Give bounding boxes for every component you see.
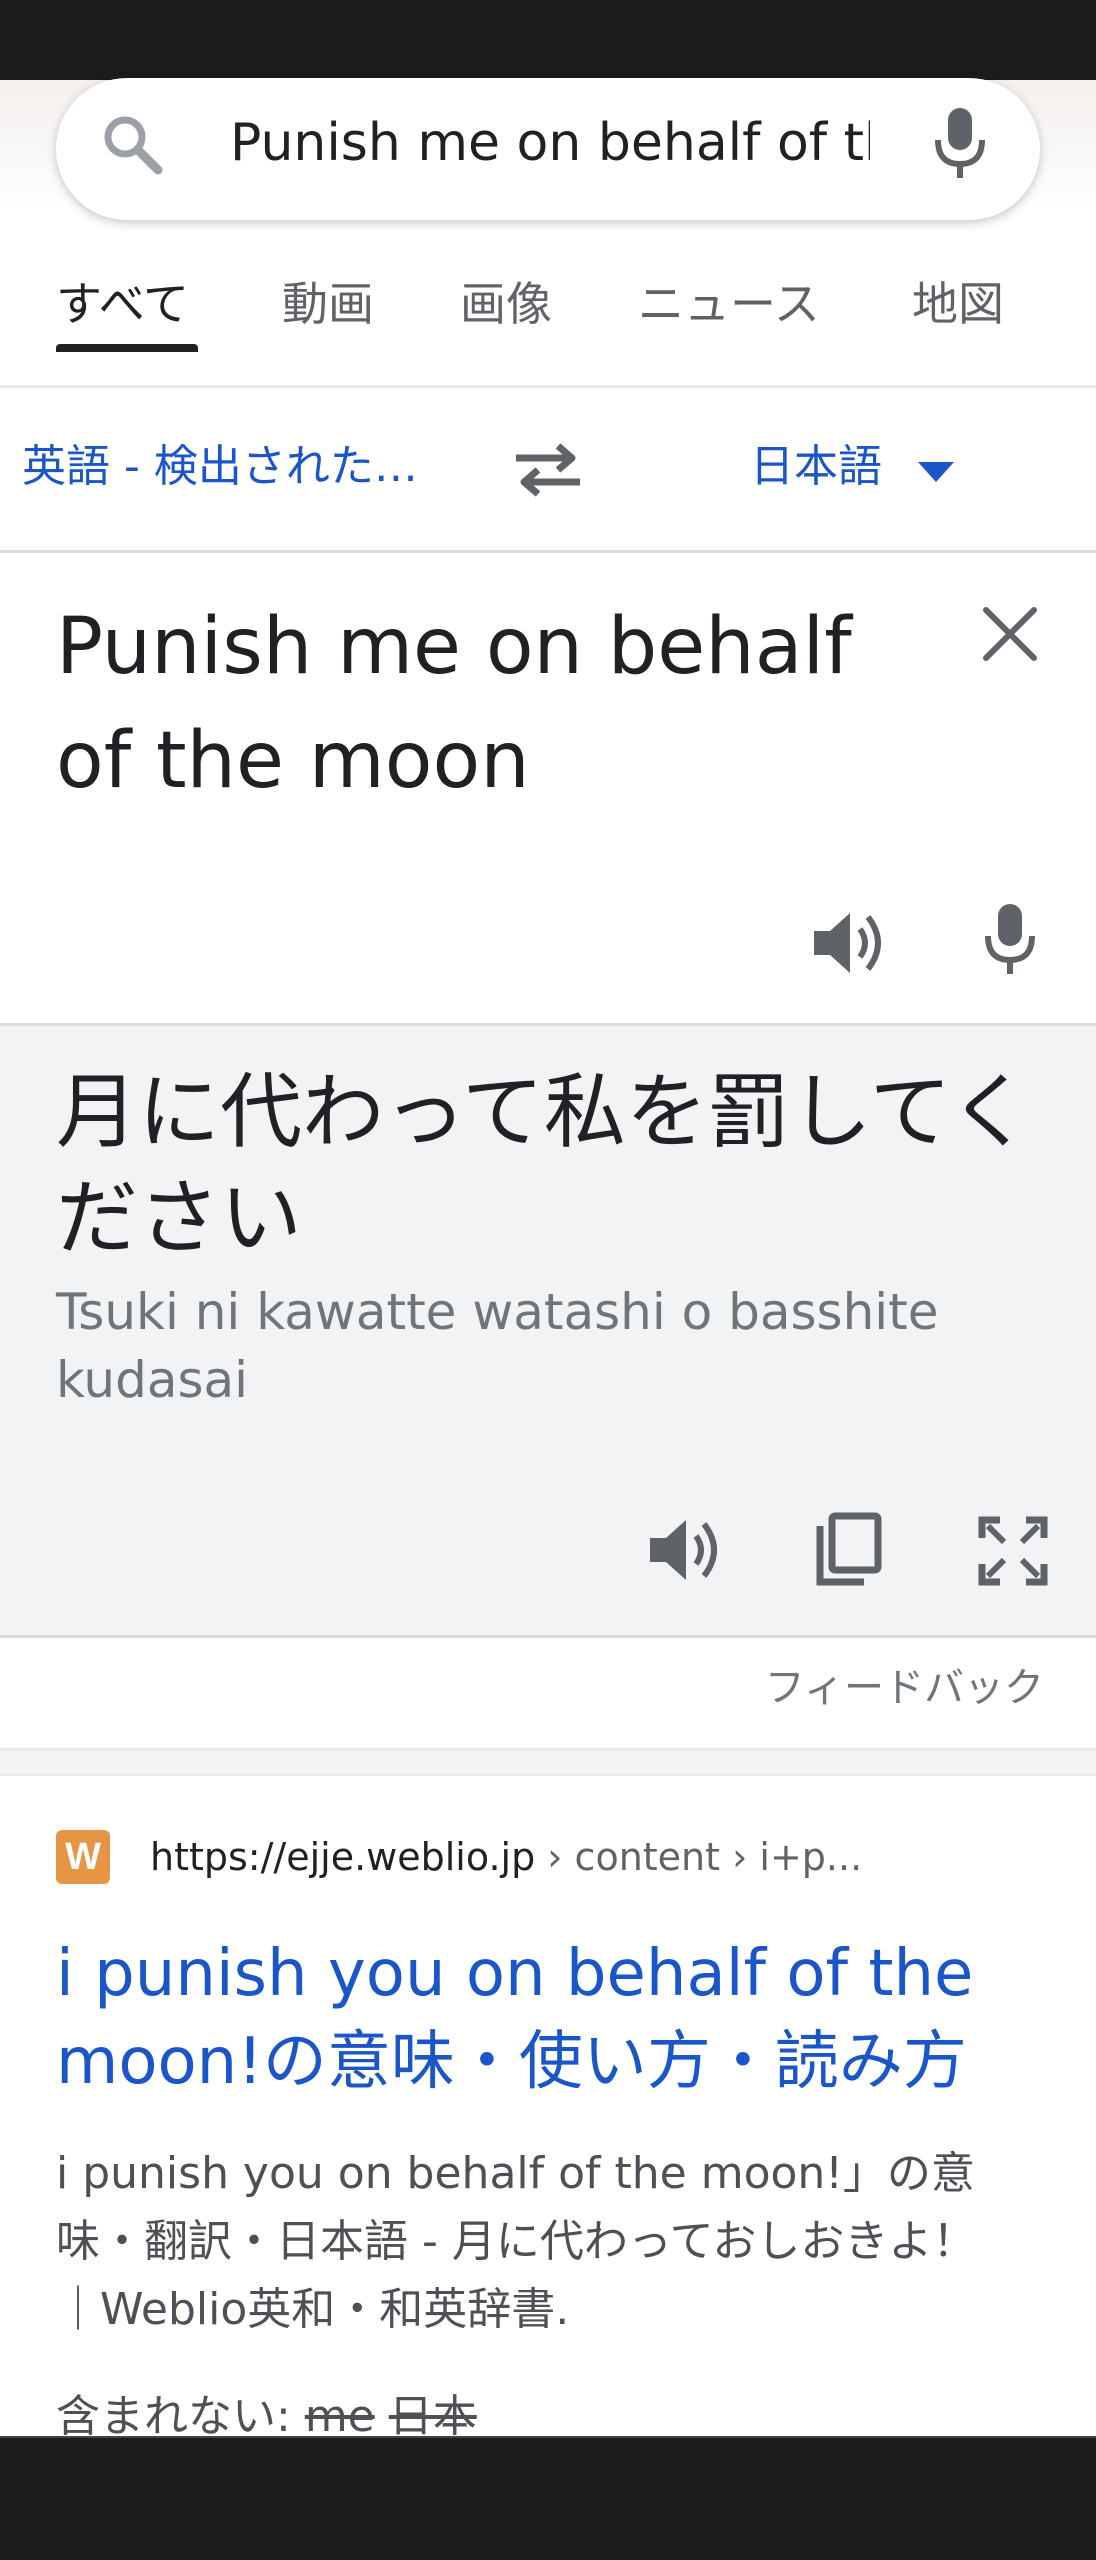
search-input[interactable]: Punish me on behalf of the <box>230 107 870 179</box>
speaker-icon[interactable] <box>810 905 890 985</box>
missing-label: 含まれない: <box>56 2391 305 2442</box>
speaker-icon[interactable] <box>646 1512 726 1592</box>
fullscreen-icon[interactable] <box>978 1516 1048 1590</box>
microphone-icon[interactable] <box>980 900 1040 984</box>
result-title-link[interactable]: i punish you on behalf of the moon!の意味・使… <box>56 1930 1056 2106</box>
feedback-link[interactable]: フィードバック <box>765 1658 1044 1718</box>
result-domain: https://ejje.weblio.jp <box>150 1835 536 1879</box>
page: Punish me on behalf of the すべて 動画 画像 ニュー… <box>0 0 1096 2560</box>
romanization-text: Tsuki ni kawatte watashi o basshite kuda… <box>56 1283 939 1409</box>
copy-icon[interactable] <box>812 1512 884 1592</box>
close-icon[interactable] <box>980 604 1040 668</box>
active-tab-indicator <box>56 344 198 352</box>
tab-videos[interactable]: 動画 <box>282 274 374 334</box>
translated-text: 月に代わって私を罰してください <box>56 1065 1031 1266</box>
target-language-button[interactable]: 日本語 <box>750 432 882 502</box>
voice-search-mic-icon[interactable] <box>928 104 992 188</box>
search-icon[interactable] <box>100 112 164 180</box>
missing-term: me <box>304 2391 375 2442</box>
navigation-bar <box>0 2436 1096 2560</box>
result-snippet: i punish you on behalf of the moon!」の意味・… <box>56 2148 977 2335</box>
section-divider <box>0 1748 1096 1776</box>
site-favicon: W <box>56 1830 110 1884</box>
result-url[interactable]: https://ejje.weblio.jp › content › i+p..… <box>150 1830 862 1884</box>
result-breadcrumbs: › content › i+p... <box>535 1835 863 1879</box>
tab-all[interactable]: すべて <box>56 274 189 334</box>
status-bar <box>0 0 1096 80</box>
tab-maps[interactable]: 地図 <box>912 274 1004 334</box>
swap-languages-icon[interactable] <box>510 440 586 504</box>
tab-news[interactable]: ニュース <box>638 274 820 334</box>
missing-term: 日本 <box>388 2391 477 2442</box>
source-text-input[interactable]: Punish me on behalf of the moon <box>56 590 856 818</box>
tab-images[interactable]: 画像 <box>460 274 552 334</box>
source-language-button[interactable]: 英語 - 検出された… <box>22 432 418 502</box>
dropdown-arrow-icon[interactable] <box>918 462 954 486</box>
